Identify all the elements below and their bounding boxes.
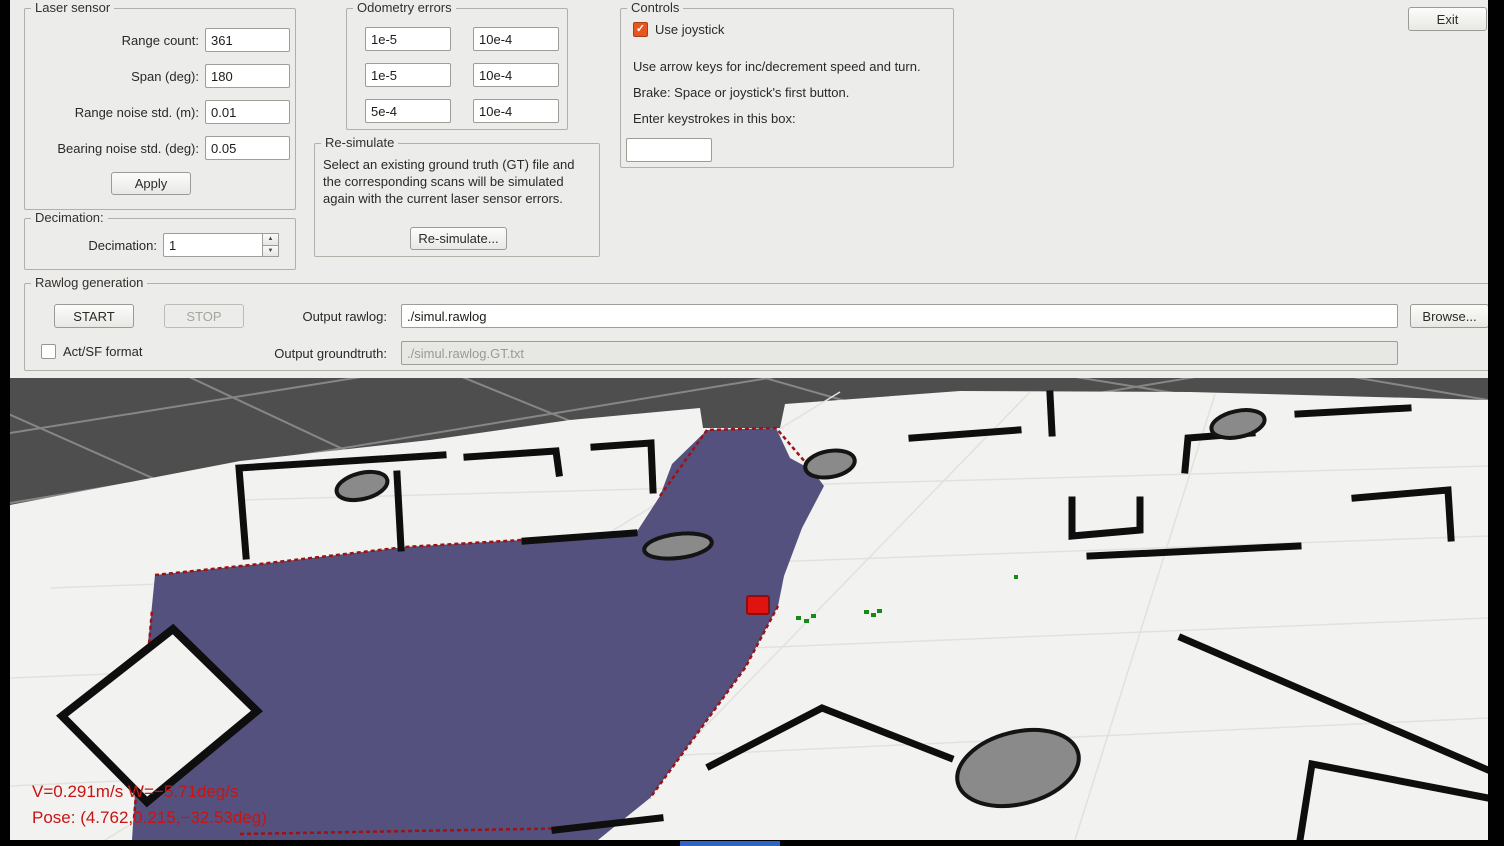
- screen-bezel-right: [1488, 0, 1504, 846]
- use-joystick-checkbox[interactable]: ✓: [633, 22, 648, 37]
- act-sf-label: Act/SF format: [63, 344, 142, 359]
- laser-sensor-group-title: Laser sensor: [31, 0, 114, 15]
- use-joystick-label: Use joystick: [655, 22, 724, 37]
- browse-button[interactable]: Browse...: [1410, 304, 1489, 328]
- bearing-noise-input[interactable]: [205, 136, 290, 160]
- bearing-noise-label: Bearing noise std. (deg):: [29, 141, 199, 156]
- settings-panel: Laser sensor Range count: Span (deg): Ra…: [10, 0, 1488, 378]
- range-noise-input[interactable]: [205, 100, 290, 124]
- output-groundtruth-label: Output groundtruth:: [205, 346, 387, 361]
- app-window: Laser sensor Range count: Span (deg): Ra…: [0, 0, 1504, 846]
- controls-instruction-1: Use arrow keys for inc/decrement speed a…: [633, 59, 921, 74]
- act-sf-option[interactable]: Act/SF format: [41, 344, 142, 359]
- apply-button[interactable]: Apply: [111, 172, 191, 195]
- odometry-input-r2-left[interactable]: [365, 99, 451, 123]
- odometry-input-r1-right[interactable]: [473, 63, 559, 87]
- use-joystick-option[interactable]: ✓ Use joystick: [633, 22, 724, 37]
- odometry-errors-group-title: Odometry errors: [353, 0, 456, 15]
- decimation-label: Decimation:: [81, 238, 157, 253]
- spin-down-icon: ▼: [268, 248, 274, 254]
- odometry-errors-group: Odometry errors: [346, 8, 568, 130]
- controls-instruction-3: Enter keystrokes in this box:: [633, 111, 796, 126]
- robot-marker: [747, 596, 769, 614]
- resimulate-button[interactable]: Re-simulate...: [410, 227, 507, 250]
- odometry-input-r2-right[interactable]: [473, 99, 559, 123]
- decimation-group-title: Decimation:: [31, 210, 108, 225]
- start-button[interactable]: START: [54, 304, 134, 328]
- output-groundtruth-input: [401, 341, 1398, 365]
- output-rawlog-label: Output rawlog:: [205, 309, 387, 324]
- controls-group-title: Controls: [627, 0, 683, 15]
- output-rawlog-input[interactable]: [401, 304, 1398, 328]
- rawlog-generation-group: Rawlog generation START STOP Output rawl…: [24, 283, 1497, 371]
- checkmark-icon: ✓: [636, 24, 645, 35]
- decimation-spinner: ▲ ▼: [163, 233, 279, 257]
- span-deg-input[interactable]: [205, 64, 290, 88]
- screen-bezel-left: [0, 0, 10, 846]
- odometry-input-r1-left[interactable]: [365, 63, 451, 87]
- keystroke-input[interactable]: [626, 138, 712, 162]
- decimation-group: Decimation: Decimation: ▲ ▼: [24, 218, 296, 270]
- controls-instruction-2: Brake: Space or joystick's first button.: [633, 85, 849, 100]
- decimation-increment-button[interactable]: ▲: [262, 233, 279, 246]
- resimulate-group-title: Re-simulate: [321, 135, 398, 150]
- exit-button[interactable]: Exit: [1408, 7, 1487, 31]
- spin-up-icon: ▲: [268, 236, 274, 242]
- taskbar-hint: [680, 841, 780, 846]
- simulation-3d-view[interactable]: V=0.291m/s W=−5.71deg/s Pose: (4.762,0.2…: [10, 378, 1488, 840]
- act-sf-checkbox[interactable]: [41, 344, 56, 359]
- laser-sensor-group: Laser sensor Range count: Span (deg): Ra…: [24, 8, 296, 210]
- range-noise-label: Range noise std. (m):: [29, 105, 199, 120]
- hud-velocity: V=0.291m/s W=−5.71deg/s: [32, 782, 239, 802]
- odometry-input-r0-right[interactable]: [473, 27, 559, 51]
- range-count-input[interactable]: [205, 28, 290, 52]
- controls-group: Controls ✓ Use joystick Use arrow keys f…: [620, 8, 954, 168]
- span-deg-label: Span (deg):: [29, 69, 199, 84]
- map-scene: [10, 378, 1488, 840]
- resimulate-group: Re-simulate Select an existing ground tr…: [314, 143, 600, 257]
- range-count-label: Range count:: [29, 33, 199, 48]
- decimation-input[interactable]: [163, 233, 262, 257]
- resimulate-description: Select an existing ground truth (GT) fil…: [323, 156, 595, 207]
- hud-pose: Pose: (4.762,0.215,−32.53deg): [32, 808, 267, 828]
- odometry-input-r0-left[interactable]: [365, 27, 451, 51]
- decimation-decrement-button[interactable]: ▼: [262, 246, 279, 258]
- rawlog-generation-group-title: Rawlog generation: [31, 275, 147, 290]
